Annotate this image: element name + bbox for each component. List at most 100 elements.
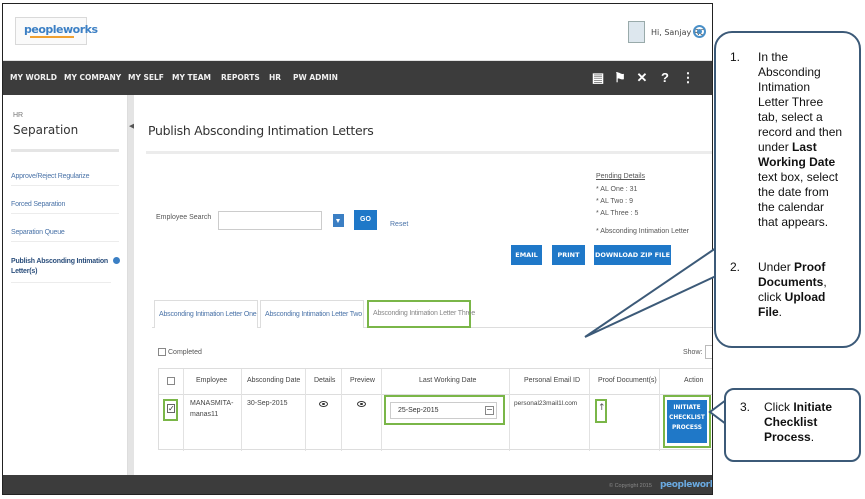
column-divider: [241, 369, 242, 451]
tab-letter-two[interactable]: Absconding Intimation Letter Two: [260, 300, 364, 328]
eye-icon[interactable]: [319, 401, 328, 407]
footer: © Copyright 2015 peopleworks: [3, 475, 712, 494]
step-number: 2.: [730, 260, 741, 274]
nav-pw-admin[interactable]: PW ADMIN: [293, 73, 338, 82]
pending-al-one: * AL One : 31: [596, 186, 638, 193]
logo[interactable]: peopleworks: [15, 17, 98, 45]
download-zip-button[interactable]: DOWNLOAD ZIP FILE: [594, 245, 671, 265]
pending-al-three: * AL Three : 5: [596, 210, 639, 217]
instruction-callout-2: 3. Click Initiate Checklist Process.: [724, 388, 861, 462]
step-1-line: Working Date: [758, 155, 842, 170]
step-2-text: Under: [758, 260, 795, 274]
filter-dropdown-icon[interactable]: [333, 214, 344, 227]
tab-letter-one[interactable]: Absconding Intimation Letter One: [154, 300, 258, 328]
sidebar-divider: [11, 149, 119, 152]
nav-my-company[interactable]: MY COMPANY: [64, 73, 121, 82]
step-3-line: Click Initiate: [764, 400, 832, 415]
upload-file-highlight: ↑: [595, 399, 607, 423]
personal-email: personal23mail1l.com: [514, 400, 578, 407]
step-2-bold: Upload: [784, 290, 826, 304]
upload-file-icon[interactable]: ↑: [598, 403, 606, 415]
col-personal-email: Personal Email ID: [524, 377, 581, 384]
top-bar: peopleworks Hi, Sanjay RO: [3, 4, 712, 61]
completed-checkbox[interactable]: [158, 348, 166, 356]
step-1-line: record and then: [758, 125, 843, 139]
step-2-line: File.: [758, 305, 827, 320]
email-button[interactable]: EMAIL: [511, 245, 542, 265]
sidebar: HR Separation Approve/Reject Regularize …: [3, 95, 128, 475]
book-icon[interactable]: ▤: [590, 69, 606, 87]
go-button[interactable]: GO: [354, 210, 377, 230]
print-button[interactable]: PRINT: [552, 245, 585, 265]
step-number: 3.: [740, 400, 751, 414]
nav-my-self[interactable]: MY SELF: [128, 73, 164, 82]
step-1-line: Letter Three: [758, 95, 824, 109]
share-icon[interactable]: ⋮: [680, 69, 696, 87]
sidebar-item-approve-reject-regularize[interactable]: Approve/Reject Regularize: [11, 173, 119, 186]
logo-underline: [30, 36, 74, 38]
nav-my-team[interactable]: MY TEAM: [172, 73, 211, 82]
step-2-line: Documents,: [758, 275, 827, 290]
col-employee: Employee: [196, 377, 228, 384]
nav-reports[interactable]: REPORTS: [221, 73, 260, 82]
step-2-bold: Documents: [758, 275, 824, 289]
initiate-checklist-highlight: INITIATE CHECKLIST PROCESS: [663, 395, 711, 448]
col-absconding-date: Absconding Date: [247, 377, 301, 384]
last-working-date-highlight: 25-Sep-2015: [384, 395, 505, 425]
avatar[interactable]: [628, 21, 645, 43]
eye-icon[interactable]: [357, 401, 366, 407]
chevron-right-icon: [113, 257, 120, 264]
employee-id: manas11: [190, 411, 219, 418]
step-3-text: Click: [764, 400, 794, 414]
initiate-checklist-button[interactable]: INITIATE CHECKLIST PROCESS: [667, 400, 707, 443]
sidebar-group-label: HR: [13, 112, 24, 119]
nav-my-world[interactable]: MY WORLD: [10, 73, 57, 82]
column-divider: [341, 369, 342, 451]
main-nav: MY WORLD MY COMPANY MY SELF MY TEAM REPO…: [3, 61, 712, 95]
step-1-line: tab, select a: [758, 110, 823, 124]
step-1-line: In the: [758, 50, 789, 64]
nav-hr[interactable]: HR: [269, 73, 281, 82]
callout-step-2: 2. Under Proof Documents, click Upload F…: [730, 260, 860, 330]
col-proof-documents: Proof Document(s): [598, 377, 657, 384]
employee-search-input[interactable]: [218, 211, 322, 230]
footer-logo: peopleworks: [660, 480, 712, 490]
step-number: 1.: [730, 50, 741, 64]
tools-icon[interactable]: ✕: [634, 69, 650, 87]
gear-icon[interactable]: [693, 25, 706, 38]
letters-table: Employee Absconding Date Details Preview…: [158, 368, 712, 451]
step-2-line: Under Proof: [758, 260, 827, 275]
sidebar-item-forced-separation[interactable]: Forced Separation: [11, 201, 119, 214]
main-content: Publish Absconding Intimation Letters Pe…: [134, 95, 712, 475]
completed-label: Completed: [168, 349, 202, 356]
col-last-working-date: Last Working Date: [419, 377, 477, 384]
sidebar-item-separation-queue[interactable]: Separation Queue: [11, 229, 119, 242]
pin-icon[interactable]: ⚑: [612, 69, 628, 87]
tab-letter-three[interactable]: Absconding Intimation Letter Three: [367, 300, 475, 328]
step-2-text: click: [758, 290, 785, 304]
calendar-icon[interactable]: [485, 406, 494, 415]
column-divider: [589, 369, 590, 451]
initiate-label-3: PROCESS: [672, 425, 702, 431]
select-all-checkbox[interactable]: [167, 377, 175, 385]
page-size-select[interactable]: [705, 345, 712, 359]
employee-search-label: Employee Search: [156, 214, 212, 221]
page-title: Publish Absconding Intimation Letters: [148, 123, 374, 138]
step-1-line: the calendar: [758, 200, 825, 214]
step-1-line: Absconding: [758, 65, 821, 79]
step-text: Under Proof Documents, click Upload File…: [758, 260, 827, 320]
initiate-label-1: INITIATE: [673, 405, 701, 411]
step-3-bold: Checklist: [764, 415, 818, 429]
sidebar-item-publish-absconding[interactable]: Publish Absconding Intimation Letter(s): [11, 257, 111, 283]
reset-link[interactable]: Reset: [390, 221, 408, 228]
step-1-text: under: [758, 140, 793, 154]
last-working-date-input[interactable]: 25-Sep-2015: [390, 402, 497, 419]
absconding-date: 30-Sep-2015: [247, 400, 288, 407]
row-checkbox[interactable]: ✓: [167, 404, 175, 413]
pending-details-title: Pending Details: [596, 173, 646, 180]
table-header: Employee Absconding Date Details Preview…: [159, 369, 712, 395]
help-icon[interactable]: ?: [657, 69, 673, 87]
app-screenshot: peopleworks Hi, Sanjay RO MY WORLD MY CO…: [2, 3, 713, 495]
step-text: Click Initiate Checklist Process.: [764, 400, 832, 445]
callout-step-1: 1. In the Absconding Intimation Letter T…: [730, 50, 860, 229]
